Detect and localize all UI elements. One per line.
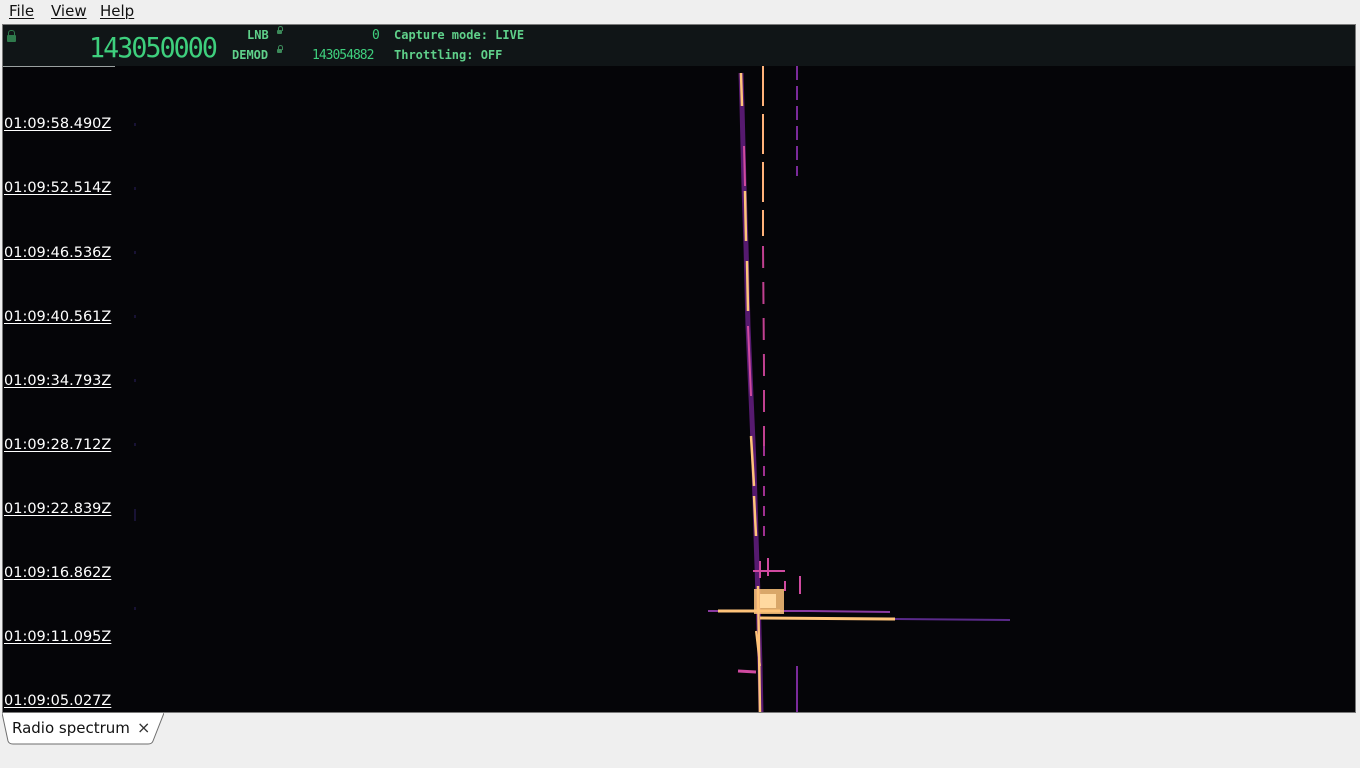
close-icon[interactable]: ×	[137, 718, 150, 737]
time-label: 01:09:46.536Z	[4, 245, 112, 261]
tab-bar: Radio spectrum ×	[0, 713, 1360, 768]
time-label: 01:09:22.839Z	[4, 501, 112, 517]
time-label: 01:09:16.862Z	[4, 565, 112, 581]
time-label: 01:09:05.027Z	[4, 693, 112, 709]
demod-frequency[interactable]: 143054882	[312, 48, 374, 63]
time-label: 01:09:58.490Z	[4, 116, 112, 132]
lnb-label: LNB	[247, 28, 269, 42]
time-axis: 01:09:58.490Z 01:09:52.514Z 01:09:46.536…	[3, 66, 119, 712]
waterfall-background	[120, 66, 1355, 712]
time-label: 01:09:40.561Z	[4, 309, 112, 325]
lnb-lock-icon[interactable]	[277, 26, 283, 34]
menu-help[interactable]: Help	[100, 1, 134, 21]
time-label: 01:09:11.095Z	[4, 629, 112, 645]
tab-radio-spectrum[interactable]: Radio spectrum ×	[2, 713, 164, 745]
menu-view[interactable]: View	[51, 1, 87, 21]
waterfall-display[interactable]	[120, 66, 1355, 713]
demod-label: DEMOD	[232, 48, 269, 62]
center-frequency-display[interactable]: 143050000	[89, 31, 218, 64]
tab-label: Radio spectrum	[12, 719, 130, 737]
time-label: 01:09:28.712Z	[4, 437, 112, 453]
time-label: 01:09:34.793Z	[4, 373, 112, 389]
time-label: 01:09:52.514Z	[4, 180, 112, 196]
spectrum-panel: 143050000 LNB 0 DEMOD 143054882 Capture …	[2, 24, 1356, 713]
receiver-header: 143050000 LNB 0 DEMOD 143054882 Capture …	[3, 25, 1355, 66]
lock-icon[interactable]	[7, 30, 16, 42]
throttling-status: Throttling: OFF	[394, 48, 503, 62]
demod-lock-icon[interactable]	[277, 45, 283, 53]
capture-mode-status: Capture mode: LIVE	[394, 28, 525, 42]
menu-file[interactable]: File	[9, 1, 34, 21]
lnb-value[interactable]: 0	[372, 28, 380, 43]
menu-bar: File View Help	[0, 0, 1360, 23]
axis-top-line	[3, 66, 115, 67]
